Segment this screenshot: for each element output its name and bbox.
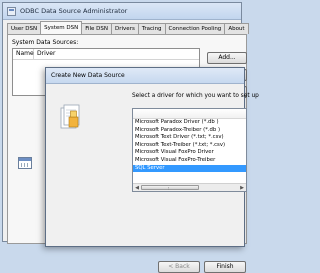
list-item[interactable]: Microsoft Visual FoxPro Driver <box>133 149 246 157</box>
scrollbar-thumb[interactable]: ⦙ <box>141 185 199 191</box>
driver-list-header <box>133 109 246 119</box>
dsn-list-header: Name Driver <box>13 49 199 60</box>
data-source-icon <box>18 157 32 169</box>
window-title: ODBC Data Source Administrator <box>20 7 128 15</box>
scroll-left-icon[interactable]: ◀ <box>134 185 140 191</box>
column-driver[interactable]: Driver <box>34 49 199 59</box>
list-item[interactable]: Microsoft Text-Treiber (*.txt; *.csv) <box>133 142 246 150</box>
odbc-app-icon <box>7 6 16 16</box>
horizontal-scrollbar[interactable]: ◀ ⦙ ▶ <box>133 183 246 191</box>
finish-button[interactable]: Finish <box>204 261 246 273</box>
grip-icon: ⦙ <box>168 186 169 191</box>
list-item[interactable]: Microsoft Text Driver (*.txt; *.csv) <box>133 134 246 142</box>
column-name[interactable]: Name <box>13 49 34 59</box>
tab-user-dsn[interactable]: User DSN <box>7 23 42 34</box>
tab-about[interactable]: About <box>224 23 249 34</box>
tab-tracing[interactable]: Tracing <box>137 23 166 34</box>
wizard-illustration-icon <box>60 104 80 129</box>
system-data-sources-label: System Data Sources: <box>12 39 79 46</box>
tab-strip: User DSN System DSN File DSN Drivers Tra… <box>7 21 249 34</box>
driver-list[interactable]: Microsoft Paradox Driver (*.db ) Microso… <box>132 108 247 192</box>
scroll-right-icon[interactable]: ▶ <box>239 185 245 191</box>
list-item[interactable]: Microsoft Paradox-Treiber (*.db ) <box>133 127 246 135</box>
tab-file-dsn[interactable]: File DSN <box>81 23 113 34</box>
list-item[interactable]: Microsoft Paradox Driver (*.db ) <box>133 119 246 127</box>
tab-drivers[interactable]: Drivers <box>111 23 139 34</box>
back-button[interactable]: < Back <box>158 261 200 273</box>
add-button[interactable]: Add... <box>207 52 247 64</box>
dialog-title: Create New Data Source <box>46 68 244 84</box>
list-item[interactable]: Microsoft Visual FoxPro-Treiber <box>133 157 246 165</box>
driver-prompt: Select a driver for which you want to se… <box>132 93 259 99</box>
list-item-selected[interactable]: SQL Server <box>133 164 246 173</box>
title-bar[interactable]: ODBC Data Source Administrator <box>3 3 241 20</box>
create-new-data-source-dialog: Create New Data Source Select a driver f… <box>45 67 259 273</box>
tab-system-dsn[interactable]: System DSN <box>40 21 83 34</box>
tab-connection-pooling[interactable]: Connection Pooling <box>164 23 226 34</box>
